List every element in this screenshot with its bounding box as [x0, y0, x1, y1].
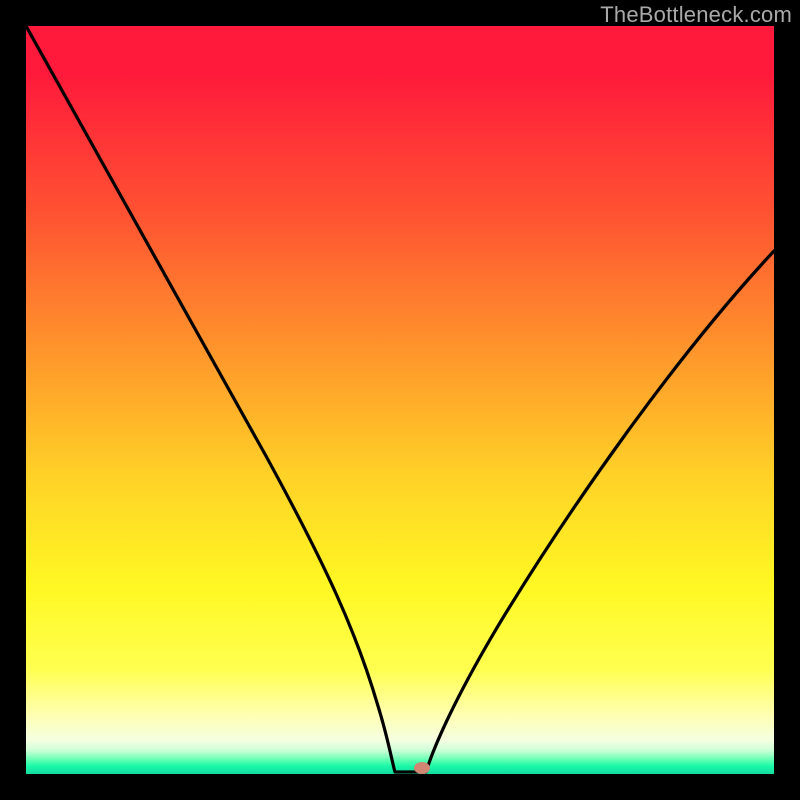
chart-plot-area: [26, 26, 774, 774]
optimal-point-marker: [414, 762, 430, 774]
chart-frame: TheBottleneck.com: [0, 0, 800, 800]
bottleneck-curve-path: [26, 26, 774, 772]
watermark-text: TheBottleneck.com: [600, 2, 792, 28]
chart-curve: [26, 26, 774, 774]
